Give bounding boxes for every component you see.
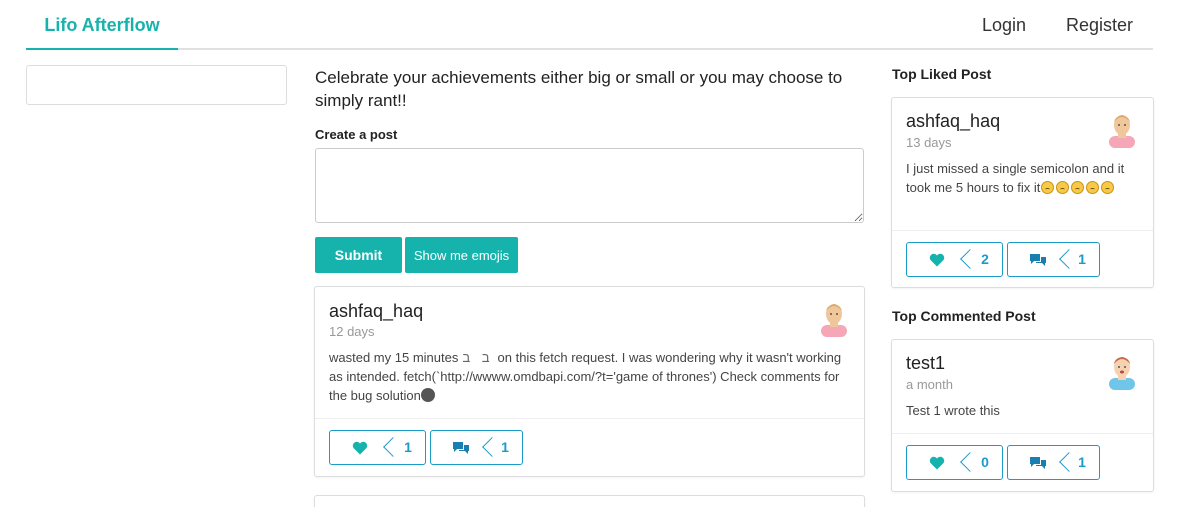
top-liked-card: ashfaq_haq 13 days I just missed a singl…	[891, 97, 1154, 288]
post-time: 12 days	[329, 324, 375, 339]
avatar-icon	[1109, 115, 1135, 148]
top-liked-text: I just missed a single semicolon and it …	[906, 159, 1146, 197]
avatar-icon	[821, 304, 847, 337]
like-button[interactable]: 0	[906, 445, 1003, 480]
card-divider	[315, 418, 864, 419]
page-headline: Celebrate your achievements either big o…	[315, 68, 843, 110]
post-username[interactable]: ashfaq_haq	[329, 301, 423, 322]
post-text: wasted my 15 minutes ב ב on this fetch req…	[329, 348, 849, 405]
top-commented-time: a month	[906, 377, 953, 392]
comment-count: 1	[1078, 251, 1086, 267]
login-link[interactable]: Login	[982, 0, 1026, 50]
like-count: 0	[981, 454, 989, 470]
comment-count: 1	[501, 439, 509, 455]
left-sidebar-panel	[26, 65, 287, 105]
top-liked-time: 13 days	[906, 135, 952, 150]
avatar-icon	[1109, 357, 1135, 390]
post-textarea[interactable]	[315, 148, 864, 223]
kaomoji-text: ב ב	[462, 350, 494, 365]
top-commented-text: Test 1 wrote this	[906, 403, 1000, 418]
top-commented-title: Top Commented Post	[892, 308, 1036, 324]
top-commented-card: test1 a month Test 1 wrote this 0 1	[891, 339, 1154, 492]
create-post-label: Create a post	[315, 127, 398, 142]
comment-button[interactable]: 1	[430, 430, 523, 465]
heart-icon	[330, 431, 390, 464]
brand-link[interactable]: Lifo Afterflow	[26, 0, 178, 50]
register-link[interactable]: Register	[1066, 0, 1133, 50]
post-card: ashfaq_haq 12 days wasted my 15 minutes ב…	[314, 286, 865, 477]
top-nav: Lifo Afterflow Login Register	[26, 0, 1153, 50]
emoji-icon	[1101, 181, 1115, 194]
like-button[interactable]: 2	[906, 242, 1003, 277]
top-commented-username[interactable]: test1	[906, 353, 945, 374]
comment-button[interactable]: 1	[1007, 445, 1100, 480]
heart-icon	[907, 446, 967, 479]
like-button[interactable]: 1	[329, 430, 426, 465]
emoji-icon	[1056, 181, 1070, 194]
emoji-icon	[1086, 181, 1100, 194]
comment-button[interactable]: 1	[1007, 242, 1100, 277]
heart-icon	[907, 243, 967, 276]
card-divider	[892, 433, 1153, 434]
post-text-start: wasted my 15 minutes	[329, 350, 459, 365]
top-liked-username[interactable]: ashfaq_haq	[906, 111, 1000, 132]
emoji-icon	[420, 388, 435, 402]
show-emojis-button[interactable]: Show me emojis	[405, 237, 518, 273]
emoji-icon	[1041, 181, 1055, 194]
top-liked-title: Top Liked Post	[892, 66, 992, 82]
like-count: 1	[404, 439, 412, 455]
emoji-icon	[1071, 181, 1085, 194]
like-count: 2	[981, 251, 989, 267]
post-card	[314, 495, 865, 507]
comment-count: 1	[1078, 454, 1086, 470]
submit-button[interactable]: Submit	[315, 237, 402, 273]
card-divider	[892, 230, 1153, 231]
